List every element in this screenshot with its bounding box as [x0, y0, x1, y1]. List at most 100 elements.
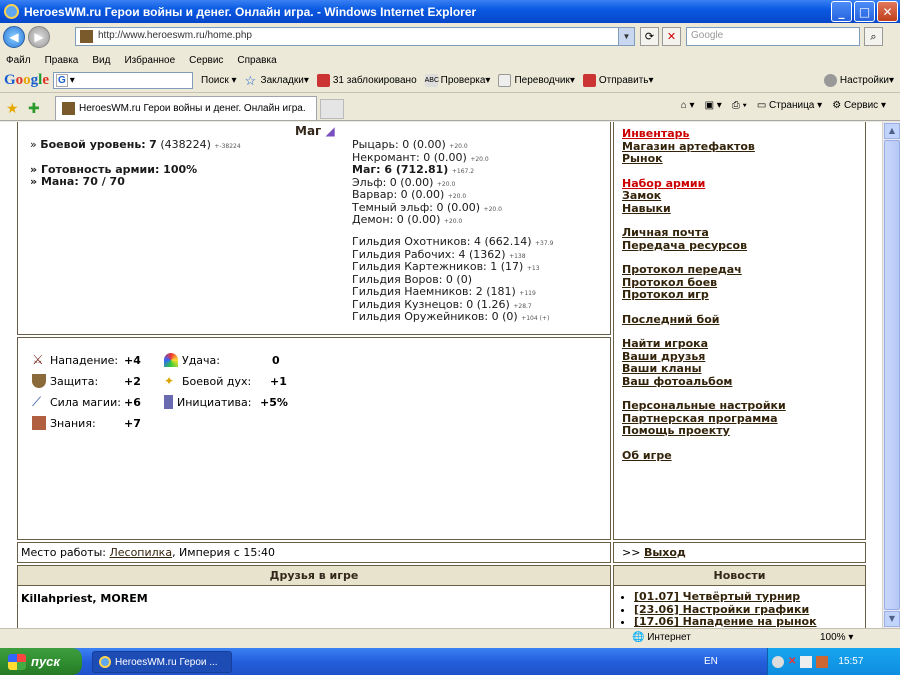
nav-link[interactable]: Протокол передач [622, 263, 786, 277]
nav-link[interactable]: Персональные настройки [622, 399, 786, 413]
settings-button[interactable]: Настройки ▾ [823, 74, 894, 87]
nav-link[interactable]: Передача ресурсов [622, 239, 786, 253]
friends-list[interactable]: Killahpriest, MOREM [18, 586, 610, 611]
ie-taskbar-icon [99, 656, 111, 668]
nav-link[interactable]: Последний бой [622, 313, 786, 327]
news-header: Новости [614, 566, 865, 586]
status-bar: 🌐 Интернет 100% ▾ [0, 628, 900, 648]
tab-bar: ★ ✚ HeroesWM.ru Герои войны и денег. Онл… [0, 94, 900, 121]
friends-panel: Друзья в игре Killahpriest, MOREM [17, 565, 611, 628]
nav-link[interactable]: Рынок [622, 152, 786, 166]
skill-knowledge: Знания: +7 [32, 416, 141, 430]
close-button[interactable]: ✕ [877, 1, 898, 22]
nav-link[interactable]: Ваш фотоальбом [622, 375, 786, 389]
translate-button[interactable]: Переводчик ▾ [498, 74, 575, 87]
exit-link[interactable]: Выход [644, 546, 686, 559]
nav-link[interactable]: Инвентарь [622, 127, 786, 141]
book-icon [32, 416, 46, 430]
tab-title: HeroesWM.ru Герои войны и денег. Онлайн … [79, 103, 306, 114]
stop-icon[interactable]: ✕ [662, 27, 681, 46]
page-menu-button[interactable]: ▭ Страница ▾ [757, 100, 822, 111]
skill-luck: Удача: 0 [164, 353, 280, 367]
home-icon[interactable]: ⌂ ▾ [681, 100, 695, 111]
nav-link[interactable]: Ваши кланы [622, 362, 786, 376]
link-spacer [622, 302, 786, 314]
start-button[interactable]: пуск [0, 648, 82, 675]
address-toolbar: ◀ ▶ http://www.heroeswm.ru/home.php ▼ ⟳ … [0, 23, 900, 51]
navigation-panel: Инвентарь Магазин артефактов Рынок Набор ар… [613, 122, 866, 540]
faction-levels: Рыцарь: 0 (0.00) +20.0 Некромант: 0 (0.00… [352, 138, 502, 227]
scroll-up-icon[interactable]: ▲ [884, 123, 900, 139]
clock: 15:57 [838, 656, 864, 667]
back-button[interactable]: ◀ [3, 26, 25, 48]
rainbow-icon [164, 353, 178, 367]
tab-heroeswm[interactable]: HeroesWM.ru Герои войны и денег. Онлайн … [55, 96, 317, 120]
menu-tools[interactable]: Сервис [189, 55, 223, 66]
add-favorites-icon[interactable]: ✚ [28, 100, 40, 117]
google-logo: Google [4, 72, 50, 88]
nav-link[interactable]: Замок [622, 189, 786, 203]
internet-zone: 🌐 Интернет [632, 632, 691, 643]
zoom-control[interactable]: 100% ▾ [820, 632, 853, 643]
language-indicator[interactable]: EN [704, 656, 718, 667]
search-icon[interactable]: ⌕ [864, 27, 883, 46]
link-spacer [622, 166, 786, 178]
window-titlebar: HeroesWM.ru Герои войны и денег. Онлайн … [0, 0, 900, 23]
menu-help[interactable]: Справка [237, 55, 276, 66]
nav-link[interactable]: Протокол игр [622, 288, 786, 302]
bookmarks-button[interactable]: ☆ Закладки ▾ [245, 74, 309, 87]
nav-link[interactable]: Навыки [622, 202, 786, 216]
google-search-input[interactable]: G ▾ [53, 72, 194, 89]
tray-icon[interactable] [816, 655, 829, 668]
refresh-icon[interactable]: ⟳ [640, 27, 659, 46]
maximize-button[interactable]: □ [854, 1, 875, 22]
tray-error-icon[interactable]: ✕ [788, 656, 796, 667]
google-search-button[interactable]: Поиск ▾ [201, 75, 237, 86]
popup-blocker-button[interactable]: 31 заблокировано [316, 74, 417, 87]
work-place-link[interactable]: Лесопилка [109, 546, 172, 559]
navigation-links: Инвентарь Магазин артефактов Рынок Набор ар… [622, 127, 786, 463]
news-item[interactable]: [17.06] Нападение на рынок [634, 615, 865, 628]
menu-favorites[interactable]: Избранное [124, 55, 175, 66]
star-icon: ☆ [244, 73, 257, 88]
favorites-star-icon[interactable]: ★ [6, 100, 19, 117]
skill-initiative: Инициатива: +5% [164, 395, 288, 409]
search-input[interactable]: Google [686, 27, 860, 46]
tab-favicon-icon [62, 102, 75, 115]
new-tab-button[interactable] [320, 99, 344, 119]
work-place: Место работы: Лесопилка, Империя с 15:40 [17, 542, 611, 563]
address-dropdown-icon[interactable]: ▼ [618, 28, 634, 45]
menu-edit[interactable]: Правка [45, 55, 79, 66]
minimize-button[interactable]: _ [831, 1, 852, 22]
menu-file[interactable]: Файл [6, 55, 31, 66]
nav-link[interactable]: Об игре [622, 449, 786, 463]
tray-icon[interactable] [800, 655, 813, 668]
nav-link[interactable]: Помощь проекту [622, 424, 786, 438]
wand-icon: ⟋ [32, 395, 42, 410]
mana: » Мана: 70 / 70 [30, 175, 125, 188]
skill-morale: ✦ Боевой дух: +1 [164, 374, 287, 388]
forward-button[interactable]: ▶ [28, 26, 50, 48]
news-panel: Новости [01.07] Четвёртый турнир [23.06]… [613, 565, 866, 628]
google-toolbar: Google G ▾ Поиск ▾ ☆ Закладки ▾ 31 заблокир… [0, 69, 900, 93]
site-favicon-icon [80, 30, 93, 43]
spellcheck-button[interactable]: ABC Проверка ▾ [424, 74, 490, 87]
friends-header: Друзья в игре [18, 566, 610, 586]
tools-menu-button[interactable]: ⚙ Сервис ▾ [832, 100, 886, 111]
window-title: HeroesWM.ru Герои войны и денег. Онлайн … [24, 4, 477, 19]
address-input[interactable]: http://www.heroeswm.ru/home.php ▼ [75, 27, 635, 46]
nav-link[interactable]: Найти игрока [622, 337, 786, 351]
mage-icon: ◢ [325, 124, 335, 138]
tray-icon[interactable] [772, 655, 784, 668]
menu-view[interactable]: Вид [92, 55, 110, 66]
feeds-icon[interactable]: ▣ ▾ [705, 100, 722, 111]
nav-link[interactable]: Личная почта [622, 226, 786, 240]
vertical-scrollbar[interactable]: ▲ ▼ [882, 122, 900, 628]
taskbar-ie-item[interactable]: HeroesWM.ru Герои ... [92, 651, 232, 673]
send-button[interactable]: Отправить ▾ [582, 74, 654, 87]
ie-logo-icon [4, 4, 19, 19]
print-icon[interactable]: ⎙ ▾ [732, 100, 747, 111]
scroll-down-icon[interactable]: ▼ [884, 611, 900, 627]
guild-levels: Гильдия Охотников: 4 (662.14) +37.9 Гильд… [352, 235, 553, 324]
scroll-thumb[interactable] [884, 140, 900, 610]
